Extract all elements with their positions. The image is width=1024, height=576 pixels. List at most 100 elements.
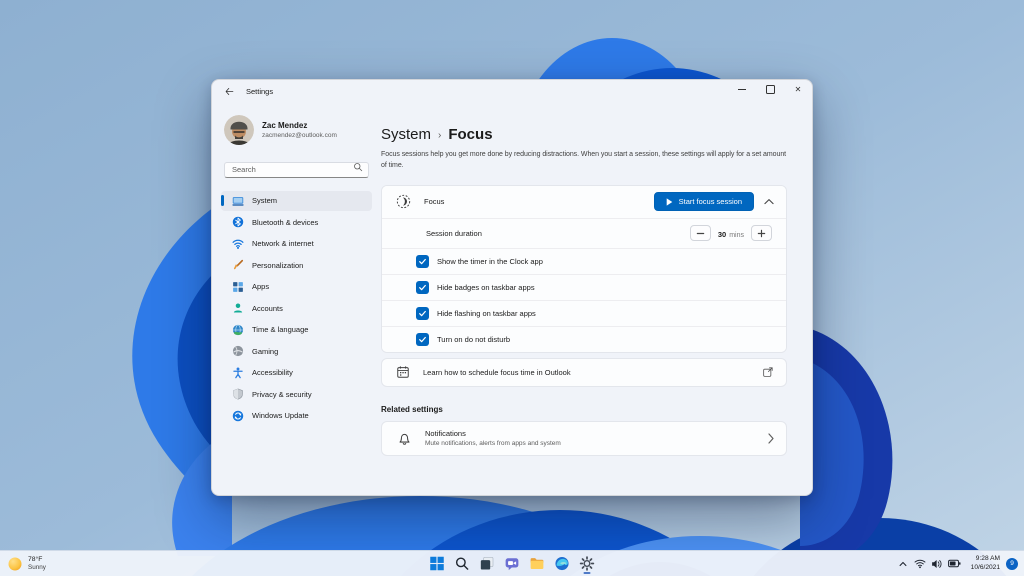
notifications-card[interactable]: Notifications Mute notifications, alerts… <box>381 421 787 456</box>
taskbar-clock[interactable]: 9:28 AM 10/6/2021 <box>971 555 1000 571</box>
system-tray: 9:28 AM 10/6/2021 9 <box>898 551 1018 576</box>
sidebar-item-personalization[interactable]: Personalization <box>221 255 372 275</box>
start-focus-session-button[interactable]: Start focus session <box>654 192 754 211</box>
back-button[interactable] <box>216 82 242 100</box>
file-explorer-icon <box>530 556 545 571</box>
increase-duration-button[interactable] <box>751 225 772 241</box>
taskbar: 78°F Sunny <box>0 550 1024 576</box>
option-do-not-disturb-row[interactable]: Turn on do not disturb <box>382 326 786 352</box>
decrease-duration-button[interactable] <box>690 225 711 241</box>
edge-button[interactable] <box>552 553 573 574</box>
search-box <box>224 159 369 178</box>
breadcrumb-system[interactable]: System <box>381 126 431 143</box>
gaming-icon <box>232 345 244 357</box>
window-title: Settings <box>246 87 273 96</box>
related-settings-header: Related settings <box>381 405 787 414</box>
checkmark-icon <box>418 309 427 318</box>
sidebar-item-bluetooth-devices[interactable]: Bluetooth & devices <box>221 212 372 232</box>
maximize-icon <box>766 85 775 94</box>
search-icon <box>353 162 363 172</box>
minus-icon <box>696 229 705 238</box>
caption-buttons: ✕ <box>728 80 812 102</box>
sidebar-item-time-language[interactable]: Time & language <box>221 320 372 340</box>
system-icon <box>232 195 244 207</box>
option-show-timer-row[interactable]: Show the timer in the Clock app <box>382 248 786 274</box>
taskbar-app-icons <box>427 551 598 576</box>
sidebar-item-privacy-security[interactable]: Privacy & security <box>221 384 372 404</box>
sidebar-item-gaming[interactable]: Gaming <box>221 341 372 361</box>
checkbox-show-timer[interactable] <box>416 255 429 268</box>
outlook-focus-link-card[interactable]: Learn how to schedule focus time in Outl… <box>381 358 787 387</box>
breadcrumb: System › Focus <box>381 126 787 143</box>
minimize-button[interactable] <box>728 80 756 99</box>
windows-logo-icon <box>430 556 445 571</box>
task-view-button[interactable] <box>477 553 498 574</box>
personalization-icon <box>232 259 244 271</box>
tray-overflow-button[interactable] <box>898 559 908 569</box>
sidebar-item-windows-update[interactable]: Windows Update <box>221 406 372 426</box>
outlook-link-label: Learn how to schedule focus time in Outl… <box>423 368 571 377</box>
time-language-icon <box>232 324 244 336</box>
sidebar-item-accessibility[interactable]: Accessibility <box>221 363 372 383</box>
bluetooth-icon <box>232 216 244 228</box>
focus-expander-header[interactable]: Focus Start focus session <box>382 186 786 218</box>
checkbox-do-not-disturb[interactable] <box>416 333 429 346</box>
sidebar-item-accounts[interactable]: Accounts <box>221 298 372 318</box>
sun-icon <box>7 556 23 572</box>
taskbar-search-button[interactable] <box>452 553 473 574</box>
search-icon <box>455 556 470 571</box>
duration-value: 30mins <box>718 224 744 242</box>
close-button[interactable]: ✕ <box>784 80 812 99</box>
play-icon <box>666 198 673 206</box>
chat-icon <box>505 556 520 571</box>
maximize-button[interactable] <box>756 80 784 99</box>
clock-time: 9:28 AM <box>976 555 1000 563</box>
duration-stepper: 30mins <box>690 224 772 242</box>
task-view-icon <box>480 556 495 571</box>
calendar-icon <box>396 365 410 379</box>
notifications-title: Notifications <box>425 429 561 438</box>
checkbox-hide-flashing[interactable] <box>416 307 429 320</box>
chevron-up-icon <box>764 198 774 205</box>
accessibility-icon <box>232 367 244 379</box>
weather-condition: Sunny <box>28 564 46 572</box>
network-icon <box>232 238 244 250</box>
tray-status-icons[interactable] <box>914 557 961 570</box>
page-title: Focus <box>448 126 492 143</box>
option-hide-flashing-row[interactable]: Hide flashing on taskbar apps <box>382 300 786 326</box>
notifications-subtitle: Mute notifications, alerts from apps and… <box>425 440 561 447</box>
desktop: Settings ✕ <box>0 0 1024 576</box>
checkbox-hide-badges[interactable] <box>416 281 429 294</box>
titlebar: Settings ✕ <box>212 80 812 102</box>
privacy-icon <box>232 388 244 400</box>
chat-button[interactable] <box>502 553 523 574</box>
checkmark-icon <box>418 335 427 344</box>
search-input[interactable] <box>224 162 369 178</box>
chevron-right-icon <box>768 433 774 444</box>
apps-icon <box>232 281 244 293</box>
external-link-icon <box>762 366 774 378</box>
user-profile[interactable]: Zac Mendez zacmendez@outlook.com <box>224 115 381 145</box>
option-hide-badges-row[interactable]: Hide badges on taskbar apps <box>382 274 786 300</box>
session-duration-label: Session duration <box>426 229 482 238</box>
chevron-up-icon <box>898 559 908 569</box>
sidebar-item-system[interactable]: System <box>221 191 372 211</box>
back-arrow-icon <box>224 86 235 97</box>
sidebar-item-apps[interactable]: Apps <box>221 277 372 297</box>
page-description: Focus sessions help you get more done by… <box>381 150 793 172</box>
checkmark-icon <box>418 283 427 292</box>
notifications-text: Notifications Mute notifications, alerts… <box>425 429 561 447</box>
sidebar-item-network-internet[interactable]: Network & internet <box>221 234 372 254</box>
settings-taskbar-button[interactable] <box>577 553 598 574</box>
gear-icon <box>580 556 595 571</box>
file-explorer-button[interactable] <box>527 553 548 574</box>
focus-title: Focus <box>424 197 444 206</box>
edge-icon <box>555 556 570 571</box>
clock-date: 10/6/2021 <box>971 564 1000 572</box>
weather-widget[interactable]: 78°F Sunny <box>7 556 177 572</box>
start-button[interactable] <box>427 553 448 574</box>
notification-count-badge[interactable]: 9 <box>1006 558 1018 570</box>
windows-update-icon <box>232 410 244 422</box>
profile-text: Zac Mendez zacmendez@outlook.com <box>262 121 337 139</box>
battery-icon <box>948 557 961 570</box>
